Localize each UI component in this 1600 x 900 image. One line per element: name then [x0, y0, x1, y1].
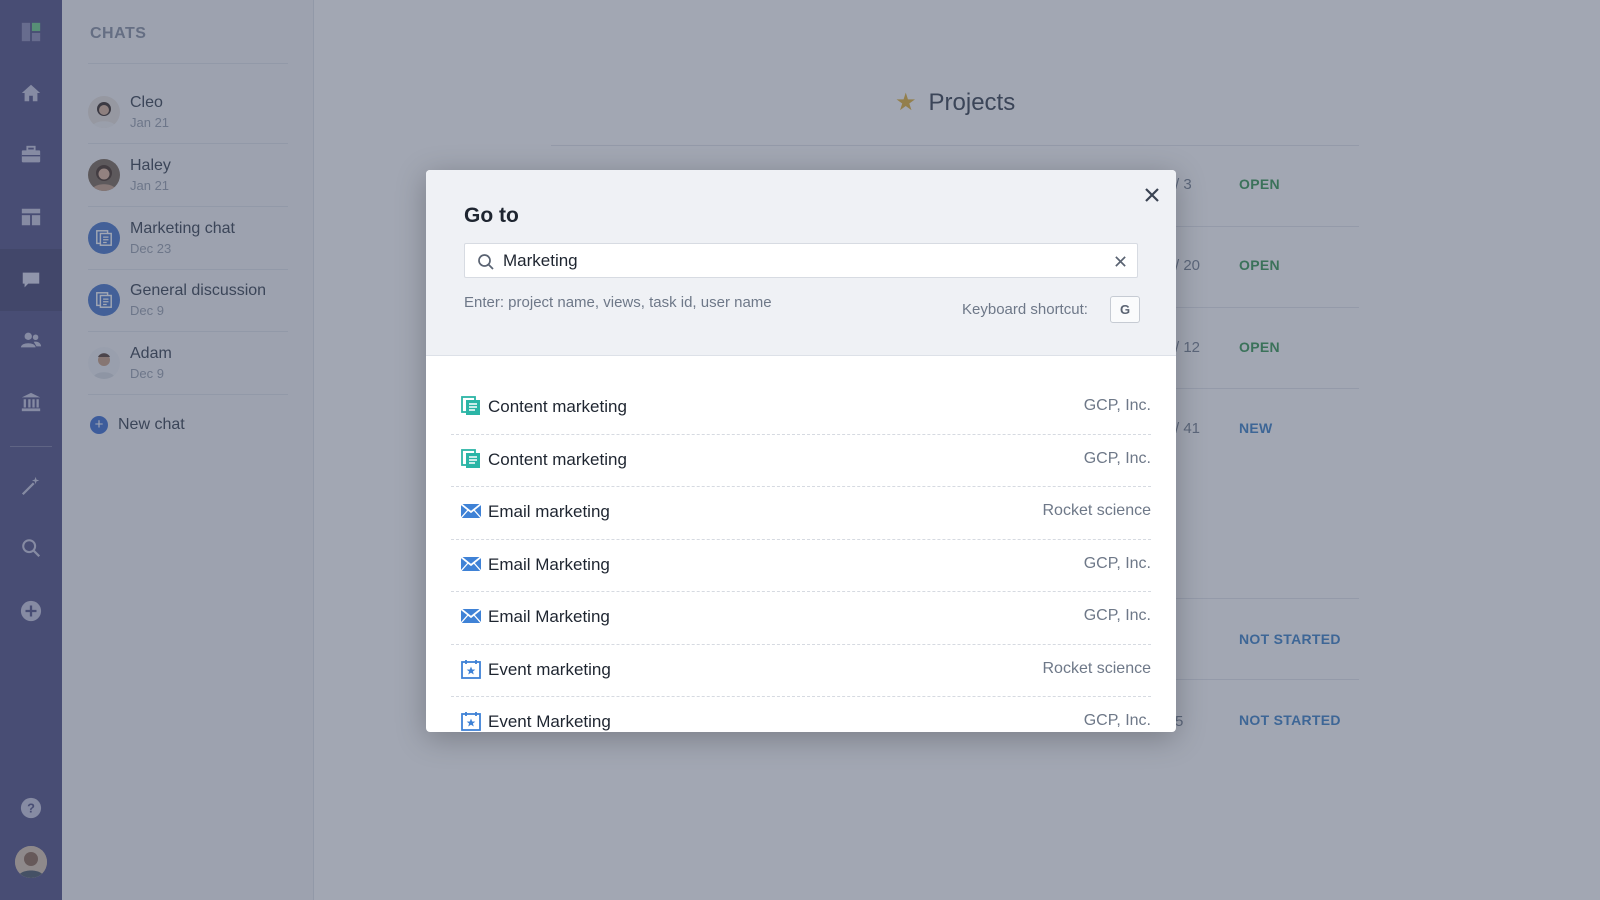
result-item[interactable]: Email Marketing GCP, Inc.	[451, 540, 1151, 592]
result-name: Event marketing	[488, 659, 611, 679]
result-item[interactable]: Content marketing GCP, Inc.	[451, 382, 1151, 435]
search-icon	[478, 254, 494, 270]
result-name: Content marketing	[488, 397, 627, 416]
search-box[interactable]	[464, 243, 1138, 278]
result-name: Email marketing	[488, 502, 610, 521]
result-name: Event Marketing	[488, 712, 611, 731]
shortcut-key: G	[1110, 296, 1140, 323]
result-org: GCP, Inc.	[1083, 554, 1151, 572]
close-icon	[1145, 188, 1159, 202]
result-org: GCP, Inc.	[1083, 712, 1151, 729]
search-input[interactable]	[503, 244, 1093, 277]
result-org: GCP, Inc.	[1083, 449, 1151, 467]
clear-search-button[interactable]	[1111, 252, 1129, 270]
event-icon	[461, 712, 481, 731]
result-org: GCP, Inc.	[1083, 397, 1151, 414]
result-org: Rocket science	[1042, 502, 1152, 519]
result-name: Email Marketing	[488, 607, 610, 626]
close-button[interactable]	[1141, 184, 1163, 206]
content-icon	[461, 396, 480, 415]
email-icon	[461, 555, 481, 571]
shortcut-label: Keyboard shortcut:	[962, 301, 1088, 318]
goto-dialog: Go to Enter: project name, views, task i…	[426, 170, 1176, 732]
result-item[interactable]: Content marketing GCP, Inc.	[451, 435, 1151, 487]
search-hint: Enter: project name, views, task id, use…	[464, 294, 772, 311]
result-name: Content marketing	[488, 449, 627, 469]
result-item[interactable]: Event marketing Rocket science	[451, 645, 1152, 697]
dialog-header: Go to Enter: project name, views, task i…	[426, 170, 1176, 356]
clear-icon	[1114, 255, 1126, 267]
result-org: Rocket science	[1042, 659, 1152, 677]
dialog-title: Go to	[464, 204, 519, 227]
result-item[interactable]: Email marketing Rocket science	[451, 487, 1151, 540]
result-org: GCP, Inc.	[1083, 607, 1151, 624]
result-item[interactable]: Event Marketing GCP, Inc.	[451, 697, 1151, 732]
content-icon	[461, 448, 480, 468]
results-list: Content marketing GCP, Inc. Content mark…	[451, 382, 1151, 732]
email-icon	[461, 608, 481, 624]
email-icon	[461, 503, 481, 519]
event-icon	[461, 659, 481, 679]
result-item[interactable]: Email Marketing GCP, Inc.	[451, 592, 1151, 645]
result-name: Email Marketing	[488, 554, 610, 574]
